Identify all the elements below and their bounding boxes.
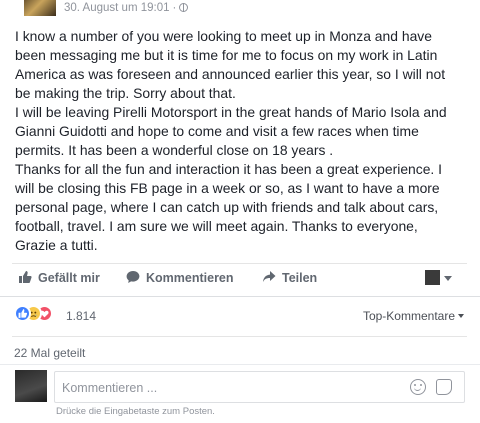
globe-icon[interactable] <box>179 3 189 12</box>
like-label: Gefällt mir <box>38 271 100 285</box>
post-line: will be closing this FB page in a week o… <box>15 180 440 196</box>
sticker-icon[interactable] <box>436 379 452 395</box>
comment-sort-label: Top-Kommentare <box>362 309 455 323</box>
like-reaction-icon <box>14 305 31 322</box>
author-avatar[interactable] <box>24 0 56 16</box>
post-line: football, travel. I am sure we will meet… <box>15 218 418 234</box>
chevron-down-icon <box>458 314 464 318</box>
comment-label: Kommentieren <box>146 271 234 285</box>
comment-input[interactable] <box>62 379 392 397</box>
post-meta: 30. August um 19:01 · <box>64 2 189 14</box>
share-arrow-icon <box>262 270 276 287</box>
thumbs-up-icon <box>18 270 32 287</box>
divider <box>12 336 467 337</box>
comment-button[interactable]: Kommentieren <box>126 270 234 287</box>
comment-composer <box>54 371 465 403</box>
divider <box>0 296 480 297</box>
post-line: permits. It has been a wonderful close o… <box>15 142 334 158</box>
emoji-icon[interactable] <box>410 379 426 395</box>
post-line: Grazie a tutti. <box>15 237 98 253</box>
post-line: Thanks for all the fun and interaction i… <box>15 161 443 177</box>
comment-sort-dropdown[interactable]: Top-Kommentare <box>363 309 464 323</box>
post-line: personal page, where I can catch up with… <box>15 199 439 215</box>
post-action-bar: Gefällt mir Kommentieren Teilen <box>12 263 467 294</box>
reaction-count[interactable]: 1.814 <box>66 309 96 323</box>
post-line: I will be leaving Pirelli Motorsport in … <box>15 104 447 120</box>
share-button[interactable]: Teilen <box>262 270 317 287</box>
facebook-post: 30. August um 19:01 · I know a number of … <box>0 0 480 423</box>
comment-bubble-icon <box>126 270 140 287</box>
profile-thumbnail <box>425 270 440 285</box>
post-line: I know a number of you were looking to m… <box>15 28 432 44</box>
post-hint: Drücke die Eingabetaste zum Posten. <box>56 406 215 417</box>
divider <box>0 364 480 365</box>
post-line: America as was foreseen and announced ea… <box>15 66 446 82</box>
post-timestamp[interactable]: 30. August um 19:01 <box>64 2 170 14</box>
audience-selector[interactable] <box>425 270 455 286</box>
like-button[interactable]: Gefällt mir <box>18 270 100 287</box>
post-line: be making the trip. Sorry about that. <box>15 85 236 101</box>
post-body: I know a number of you were looking to m… <box>15 27 465 255</box>
chevron-down-icon <box>444 276 452 281</box>
meta-separator: · <box>172 2 177 14</box>
user-avatar[interactable] <box>15 370 47 402</box>
share-label: Teilen <box>282 271 318 285</box>
share-count-link[interactable]: 22 Mal geteilt <box>14 346 85 360</box>
post-line: Gianni Guidotti and hope to come and vis… <box>15 123 419 139</box>
post-line: been messaging me but it is time for me … <box>15 47 438 63</box>
